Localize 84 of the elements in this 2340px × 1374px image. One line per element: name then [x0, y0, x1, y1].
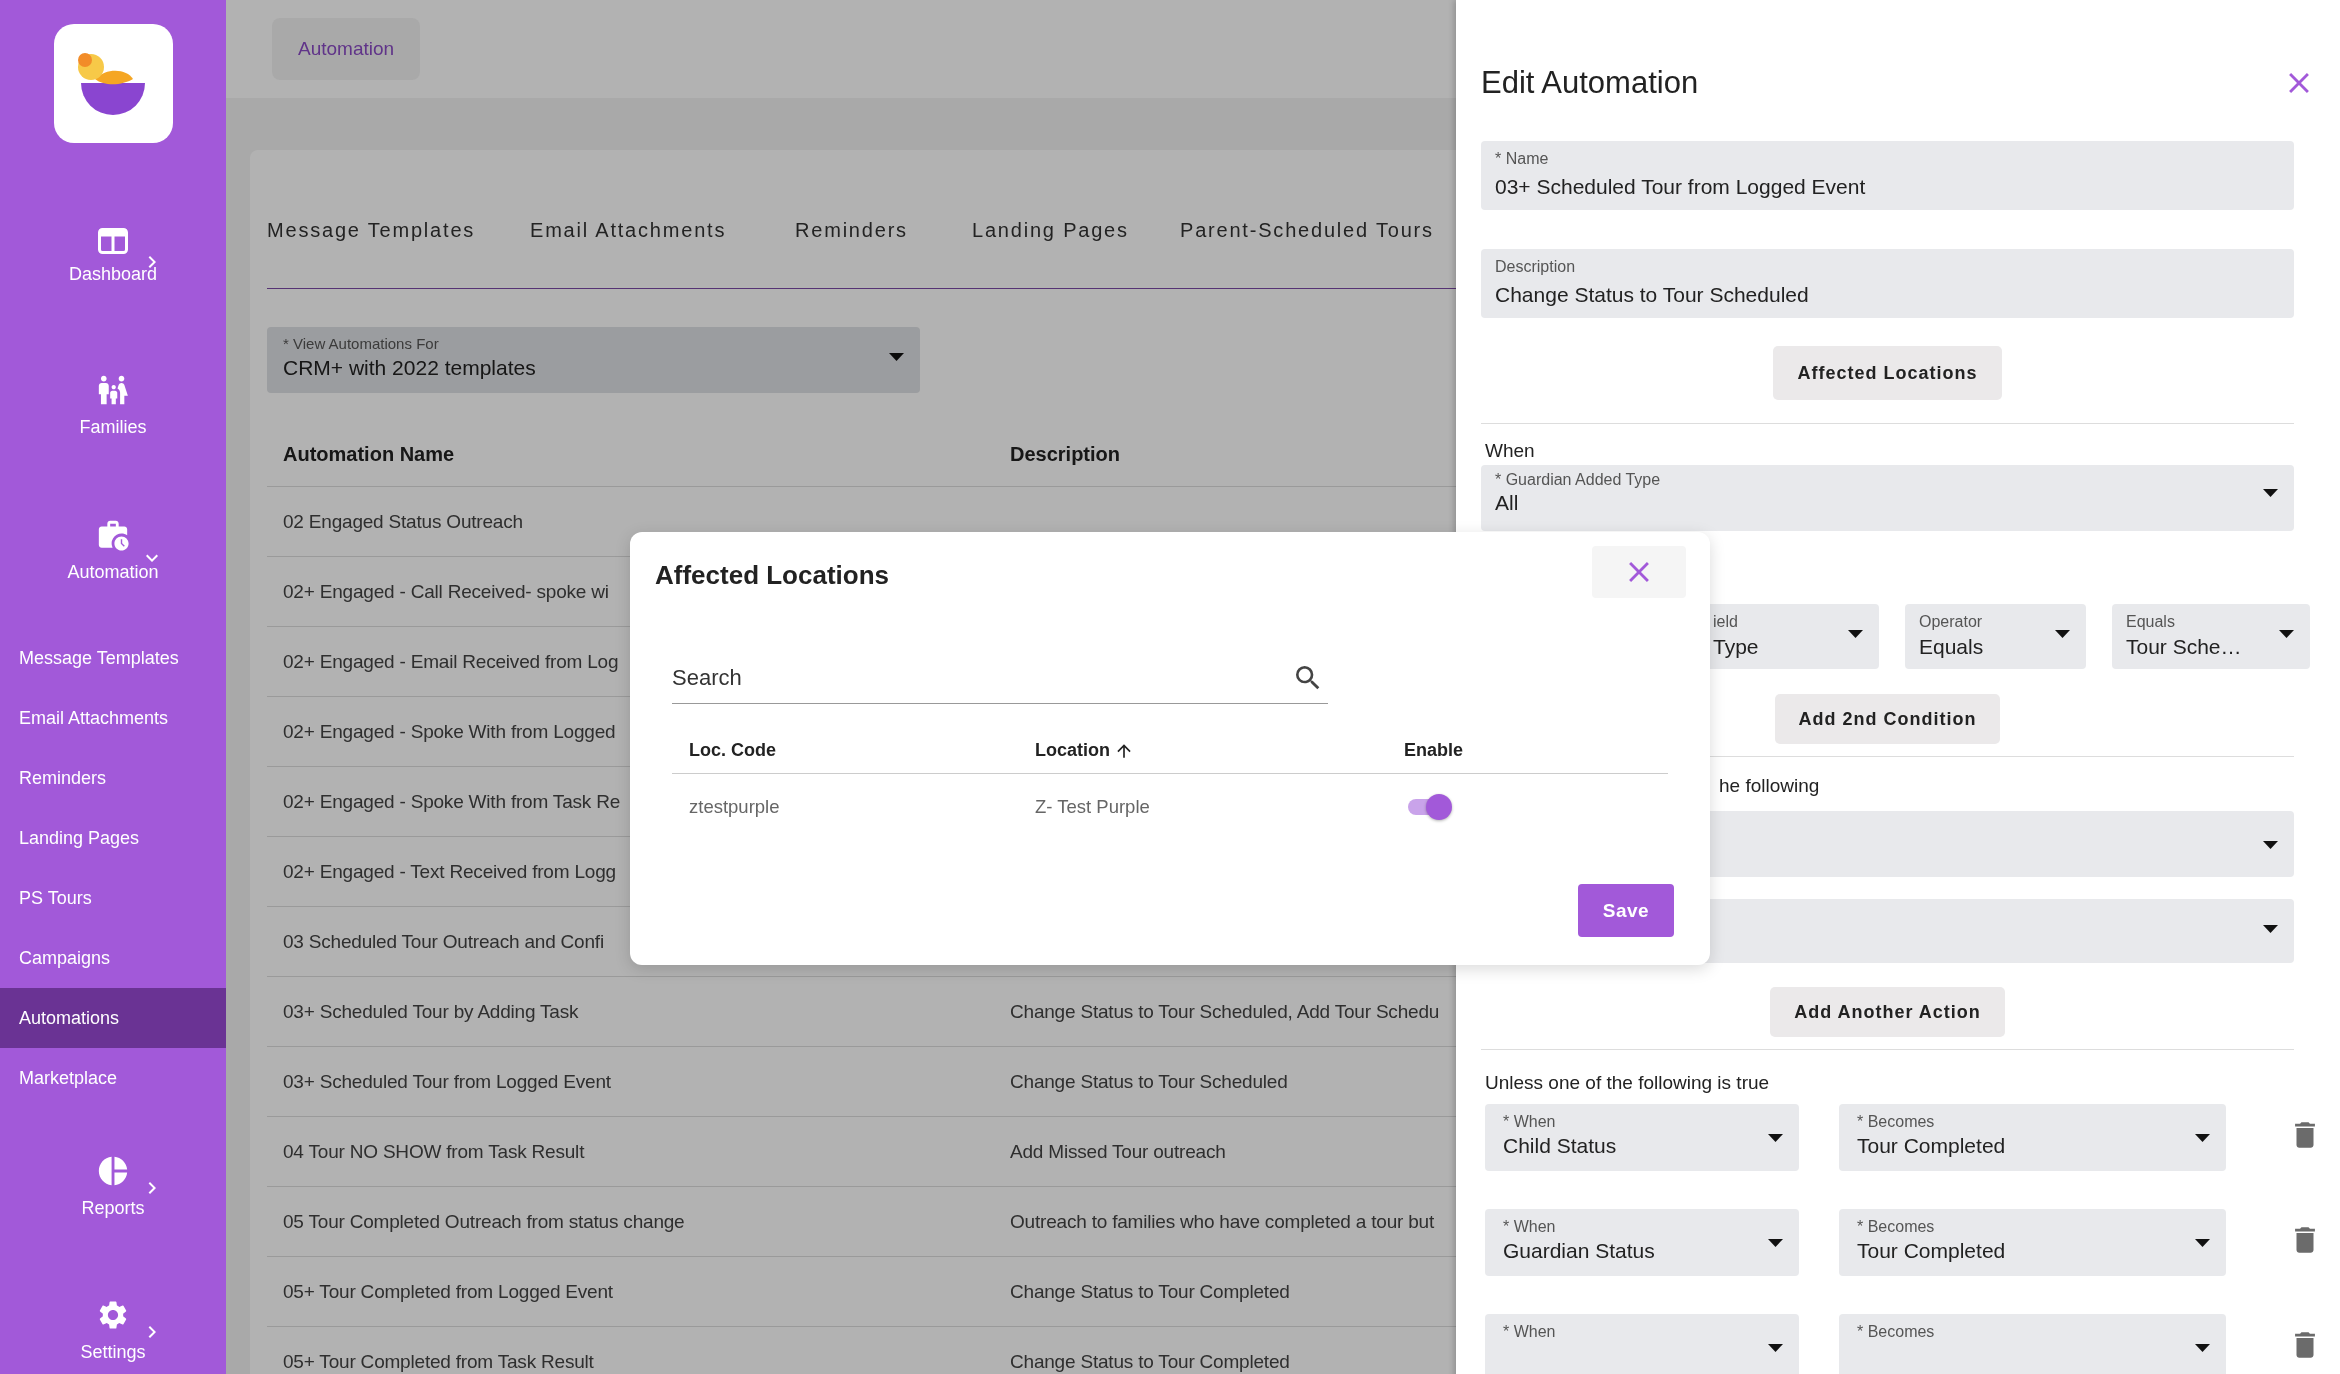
section-label: When: [1484, 440, 1536, 462]
dropdown-arrow-icon: [2279, 630, 2294, 638]
tab[interactable]: Message Templates: [267, 218, 530, 246]
table-cell-text: 05 Tour Completed Outreach from status change: [282, 1210, 685, 1233]
name-field[interactable]: * Name 03+ Scheduled Tour from Logged Event: [1481, 141, 2294, 210]
dropdown-arrow-icon: [2195, 1239, 2210, 1247]
family-icon: [96, 373, 130, 407]
guardian-type-select[interactable]: * Guardian Added Type All: [1481, 465, 2294, 531]
becomes-select[interactable]: * Becomes Tour Completed: [1839, 1104, 2226, 1171]
condition-select[interactable]: Equals Tour Sche…: [2112, 604, 2310, 669]
description-field[interactable]: Description Change Status to Tour Scheduled: [1481, 249, 2294, 318]
becomes-select[interactable]: * Becomes: [1839, 1314, 2226, 1374]
nav-item[interactable]: Reports: [0, 1154, 226, 1250]
column-header[interactable]: Enable: [1387, 740, 1464, 761]
save-button[interactable]: Save: [1578, 884, 1674, 937]
nav-item[interactable]: Families: [0, 373, 226, 469]
when-select[interactable]: * When Child Status: [1485, 1104, 1799, 1171]
becomes-select[interactable]: * Becomes Tour Completed: [1839, 1209, 2226, 1276]
table-cell-text: 02+ Engaged - Email Received from Log: [282, 650, 619, 673]
nav-item[interactable]: Dashboard: [0, 228, 226, 324]
column-header: Description: [1009, 443, 1122, 466]
when-select[interactable]: * When: [1485, 1314, 1799, 1374]
dialog-title: Affected Locations: [655, 560, 890, 591]
table-cell-text: Change Status to Tour Scheduled, Add Tour Schedu: [1009, 1000, 1440, 1023]
drawer-title: Edit Automation: [1481, 64, 1699, 101]
view-select[interactable]: * View Automations For CRM+ with 2022 templates: [267, 327, 920, 393]
dropdown-arrow-icon: [889, 353, 904, 361]
submenu-item[interactable]: Automations: [0, 988, 226, 1048]
dashboard-icon: [98, 228, 128, 254]
table-cell-text: Add Missed Tour outreach: [1009, 1140, 1226, 1163]
dropdown-arrow-icon: [2195, 1344, 2210, 1352]
when-select[interactable]: * When Guardian Status: [1485, 1209, 1799, 1276]
dropdown-arrow-icon: [1848, 630, 1863, 638]
dropdown-arrow-icon: [2055, 630, 2070, 638]
submenu-item[interactable]: Reminders: [0, 748, 226, 808]
table-cell-text: Z- Test Purple: [1034, 796, 1150, 818]
table-cell-text: Change Status to Tour Completed: [1009, 1350, 1290, 1373]
condition-select[interactable]: Operator Equals: [1905, 604, 2086, 669]
table-cell-text: ztestpurple: [688, 796, 780, 818]
tab[interactable]: Parent-Scheduled Tours: [1180, 218, 1434, 246]
nav-item[interactable]: Automation: [0, 518, 226, 614]
dropdown-arrow-icon: [1768, 1239, 1783, 1247]
close-button[interactable]: [1592, 546, 1686, 598]
nav-item[interactable]: Settings: [0, 1298, 226, 1374]
table-cell-text: 02+ Engaged - Call Received- spoke wi: [282, 580, 609, 603]
table-cell-text: Change Status to Tour Scheduled: [1009, 1070, 1288, 1093]
table-cell-text: Outreach to families who have completed a tour but: [1009, 1210, 1435, 1233]
pie-chart-icon: [96, 1154, 130, 1188]
column-header: Automation Name: [282, 443, 456, 466]
add-condition-button[interactable]: Add 2nd Condition: [1774, 694, 2001, 744]
table-cell-text: Change Status to Tour Completed: [1009, 1280, 1290, 1303]
submenu-item[interactable]: PS Tours: [0, 868, 226, 928]
breadcrumb[interactable]: Automation: [272, 18, 421, 80]
briefcase-clock-icon: [96, 518, 130, 552]
table-cell-text: 04 Tour NO SHOW from Task Result: [282, 1140, 585, 1163]
submenu-item[interactable]: Email Attachments: [0, 688, 226, 748]
dropdown-arrow-icon: [2195, 1134, 2210, 1142]
submenu-item[interactable]: Marketplace: [0, 1048, 226, 1108]
column-header[interactable]: Location: [1018, 740, 1134, 761]
table-cell-text: 05+ Tour Completed from Logged Event: [282, 1280, 613, 1303]
table-cell-text: 03+ Scheduled Tour from Logged Event: [282, 1070, 611, 1093]
tab[interactable]: Landing Pages: [972, 218, 1180, 246]
tab[interactable]: Email Attachments: [530, 218, 795, 246]
dropdown-arrow-icon: [2263, 925, 2278, 933]
submenu-item[interactable]: Campaigns: [0, 928, 226, 988]
table-cell-text: 02+ Engaged - Spoke With from Task Re: [282, 790, 621, 813]
dropdown-arrow-icon: [1768, 1344, 1783, 1352]
submenu-item[interactable]: Landing Pages: [0, 808, 226, 868]
dropdown-arrow-icon: [1768, 1134, 1783, 1142]
table-cell-text: 02 Engaged Status Outreach: [282, 510, 523, 533]
table-cell-text: 03 Scheduled Tour Outreach and Confi: [282, 930, 604, 953]
table-cell-text: 03+ Scheduled Tour by Adding Task: [282, 1000, 579, 1023]
dropdown-arrow-icon: [2263, 841, 2278, 849]
table-cell-text: 05+ Tour Completed from Task Result: [282, 1350, 594, 1373]
tab[interactable]: Reminders: [795, 218, 972, 246]
affected-locations-button[interactable]: Affected Locations: [1773, 346, 2002, 400]
add-action-button[interactable]: Add Another Action: [1770, 987, 2005, 1037]
section-label: Unless one of the following is true: [1484, 1072, 1771, 1094]
dropdown-arrow-icon: [2263, 489, 2278, 497]
table-cell-text: 02+ Engaged - Text Received from Logg: [282, 860, 616, 883]
submenu-item[interactable]: Message Templates: [0, 628, 226, 688]
table-cell-text: 02+ Engaged - Spoke With from Logged: [282, 720, 616, 743]
section-label: he following: [1718, 775, 1821, 797]
column-header[interactable]: Loc. Code: [672, 740, 776, 761]
